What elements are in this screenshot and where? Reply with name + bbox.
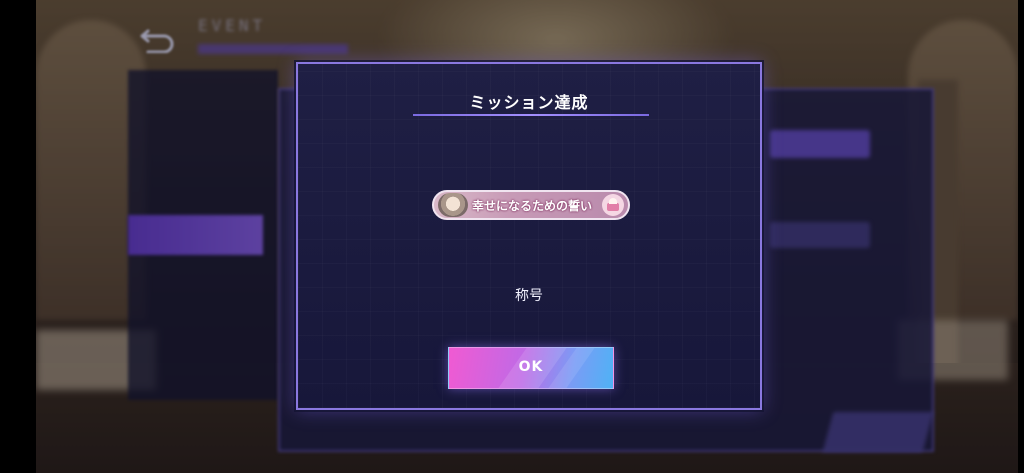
title-underline — [413, 114, 649, 116]
reward-type-label: 称号 — [515, 288, 543, 304]
dialog-title: ミッション達成 — [469, 93, 589, 112]
ok-button-label: OK — [518, 359, 544, 375]
reward-title-badge: 幸せになるための誓い — [432, 190, 630, 220]
reward-badge-label: 幸せになるための誓い — [472, 199, 593, 213]
mission-complete-dialog: ミッション達成 幸せになるための誓い 称号 OK — [296, 62, 762, 410]
screen-letterbox-left — [0, 0, 36, 473]
ok-button[interactable]: OK — [448, 347, 614, 389]
screen-letterbox-right — [1018, 0, 1024, 473]
character-portrait-icon — [438, 193, 468, 217]
cake-icon — [602, 194, 624, 216]
